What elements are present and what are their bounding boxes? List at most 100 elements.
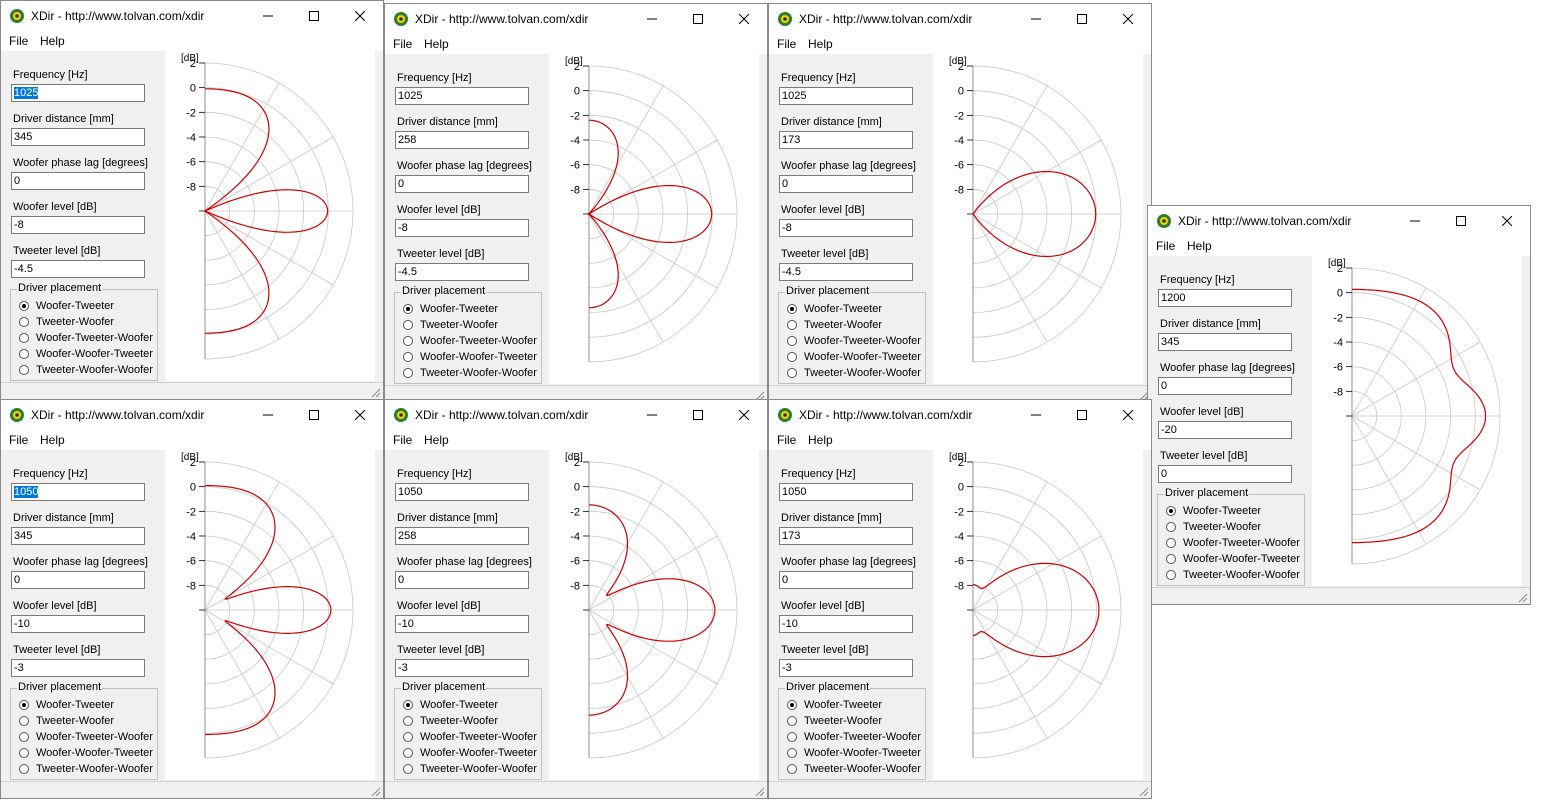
title-bar[interactable]: XDir - http://www.tolvan.com/xdir [1, 400, 383, 430]
distance-input[interactable]: 173 [779, 527, 913, 545]
menu-file[interactable]: File [9, 34, 28, 48]
radio-button[interactable] [403, 352, 413, 362]
menu-file[interactable]: File [777, 37, 796, 51]
title-bar[interactable]: XDir - http://www.tolvan.com/xdir [1148, 206, 1530, 236]
radio-button[interactable] [787, 304, 797, 314]
radio-button[interactable] [787, 336, 797, 346]
frequency-input[interactable]: 1050 [395, 483, 529, 501]
minimize-button[interactable] [1013, 4, 1059, 34]
menu-file[interactable]: File [777, 433, 796, 447]
radio-button[interactable] [1166, 538, 1176, 548]
radio-button[interactable] [403, 700, 413, 710]
menu-file[interactable]: File [393, 433, 412, 447]
close-button[interactable] [721, 400, 767, 430]
radio-button[interactable] [19, 732, 29, 742]
tweeter-level-input[interactable]: -4.5 [779, 263, 913, 281]
close-button[interactable] [1484, 206, 1530, 236]
title-bar[interactable]: XDir - http://www.tolvan.com/xdir [385, 400, 767, 430]
menu-help[interactable]: Help [40, 34, 65, 48]
maximize-button[interactable] [1059, 4, 1105, 34]
maximize-button[interactable] [675, 4, 721, 34]
radio-button[interactable] [403, 368, 413, 378]
menu-help[interactable]: Help [808, 37, 833, 51]
radio-button[interactable] [19, 748, 29, 758]
radio-button[interactable] [1166, 570, 1176, 580]
resize-grip-icon[interactable] [369, 386, 381, 398]
radio-button[interactable] [403, 732, 413, 742]
menu-help[interactable]: Help [424, 433, 449, 447]
menu-help[interactable]: Help [424, 37, 449, 51]
radio-button[interactable] [403, 764, 413, 774]
radio-button[interactable] [787, 368, 797, 378]
frequency-input[interactable]: 1050 [779, 483, 913, 501]
close-button[interactable] [337, 1, 383, 31]
title-bar[interactable]: XDir - http://www.tolvan.com/xdir [1, 1, 383, 31]
minimize-button[interactable] [1392, 206, 1438, 236]
radio-button[interactable] [1166, 554, 1176, 564]
frequency-input[interactable]: 1025 [395, 87, 529, 105]
maximize-button[interactable] [291, 400, 337, 430]
tweeter-level-input[interactable]: -4.5 [11, 260, 145, 278]
distance-input[interactable]: 345 [11, 128, 145, 146]
close-button[interactable] [1105, 4, 1151, 34]
close-button[interactable] [1105, 400, 1151, 430]
minimize-button[interactable] [245, 400, 291, 430]
frequency-input[interactable]: 1200 [1158, 289, 1292, 307]
radio-button[interactable] [19, 349, 29, 359]
resize-grip-icon[interactable] [1516, 591, 1528, 603]
tweeter-level-input[interactable]: -3 [779, 659, 913, 677]
tweeter-level-input[interactable]: -4.5 [395, 263, 529, 281]
radio-button[interactable] [1166, 506, 1176, 516]
frequency-input[interactable]: 1050 [11, 483, 145, 501]
menu-file[interactable]: File [1156, 239, 1175, 253]
radio-button[interactable] [787, 764, 797, 774]
distance-input[interactable]: 345 [1158, 333, 1292, 351]
minimize-button[interactable] [629, 400, 675, 430]
woofer-level-input[interactable]: -8 [395, 219, 529, 237]
title-bar[interactable]: XDir - http://www.tolvan.com/xdir [385, 4, 767, 34]
radio-button[interactable] [403, 336, 413, 346]
tweeter-level-input[interactable]: -3 [11, 659, 145, 677]
menu-file[interactable]: File [9, 433, 28, 447]
maximize-button[interactable] [1438, 206, 1484, 236]
phase-input[interactable]: 0 [779, 175, 913, 193]
radio-button[interactable] [787, 700, 797, 710]
maximize-button[interactable] [1059, 400, 1105, 430]
phase-input[interactable]: 0 [11, 172, 145, 190]
distance-input[interactable]: 173 [779, 131, 913, 149]
title-bar[interactable]: XDir - http://www.tolvan.com/xdir [769, 4, 1151, 34]
maximize-button[interactable] [291, 1, 337, 31]
woofer-level-input[interactable]: -10 [395, 615, 529, 633]
title-bar[interactable]: XDir - http://www.tolvan.com/xdir [769, 400, 1151, 430]
woofer-level-input[interactable]: -8 [11, 216, 145, 234]
tweeter-level-input[interactable]: -3 [395, 659, 529, 677]
menu-help[interactable]: Help [808, 433, 833, 447]
minimize-button[interactable] [245, 1, 291, 31]
radio-button[interactable] [19, 700, 29, 710]
radio-button[interactable] [19, 365, 29, 375]
phase-input[interactable]: 0 [1158, 377, 1292, 395]
resize-grip-icon[interactable] [369, 785, 381, 797]
woofer-level-input[interactable]: -20 [1158, 421, 1292, 439]
radio-button[interactable] [787, 320, 797, 330]
radio-button[interactable] [403, 304, 413, 314]
maximize-button[interactable] [675, 400, 721, 430]
distance-input[interactable]: 258 [395, 131, 529, 149]
resize-grip-icon[interactable] [753, 785, 765, 797]
radio-button[interactable] [403, 320, 413, 330]
distance-input[interactable]: 345 [11, 527, 145, 545]
frequency-input[interactable]: 1025 [11, 84, 145, 102]
radio-button[interactable] [19, 317, 29, 327]
minimize-button[interactable] [1013, 400, 1059, 430]
distance-input[interactable]: 258 [395, 527, 529, 545]
radio-button[interactable] [787, 716, 797, 726]
menu-help[interactable]: Help [1187, 239, 1212, 253]
woofer-level-input[interactable]: -8 [779, 219, 913, 237]
radio-button[interactable] [787, 352, 797, 362]
woofer-level-input[interactable]: -10 [11, 615, 145, 633]
close-button[interactable] [337, 400, 383, 430]
close-button[interactable] [721, 4, 767, 34]
tweeter-level-input[interactable]: 0 [1158, 465, 1292, 483]
radio-button[interactable] [403, 748, 413, 758]
radio-button[interactable] [19, 333, 29, 343]
